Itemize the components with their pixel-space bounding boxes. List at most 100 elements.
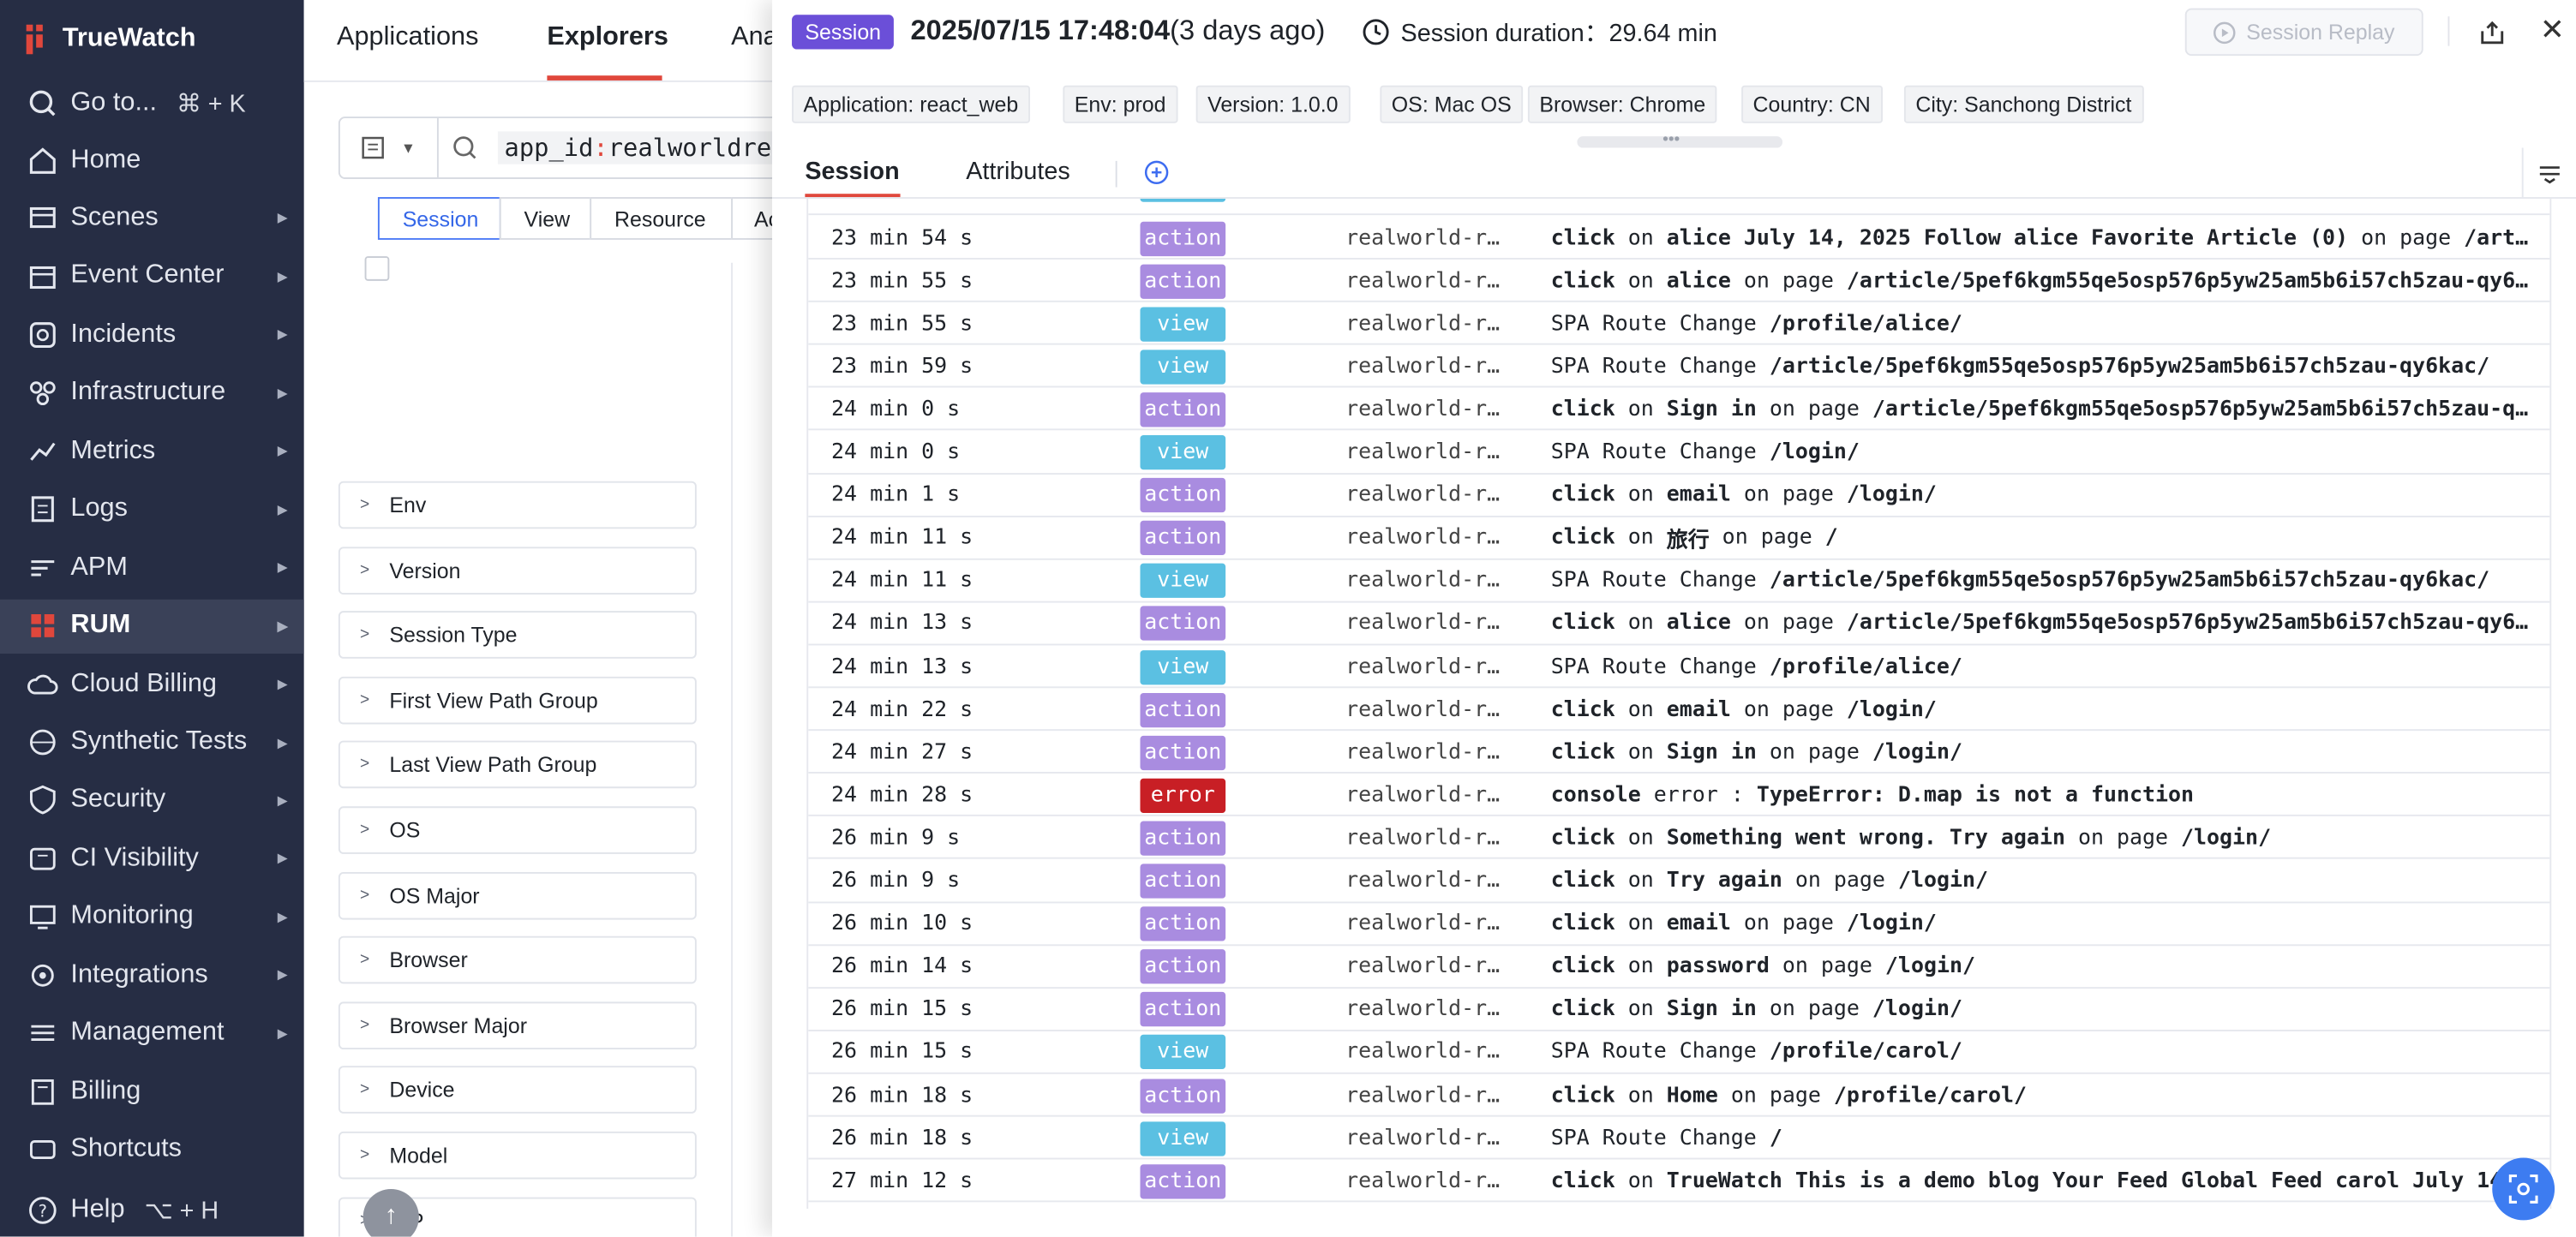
sidebar-item-cloud-billing[interactable]: Cloud Billing ▶ — [0, 657, 304, 711]
event-type-cell: action — [1140, 688, 1238, 731]
table-row[interactable]: 26 min 9 s action realworld-r… click on Try… — [808, 860, 2550, 903]
query-type-dropdown[interactable]: ▼ — [340, 118, 439, 178]
tag-os[interactable]: OS: Mac OS — [1380, 85, 1524, 123]
table-row[interactable]: 23 min 55 s action realworld-r… click on al… — [808, 260, 2550, 302]
sidebar-item-rum[interactable]: RUM ▶ — [0, 598, 304, 654]
tab-applications[interactable]: Applications — [337, 23, 478, 53]
help-button[interactable]: ? Help ⌥ + H — [0, 1182, 304, 1236]
sidebar-item-billing[interactable]: Billing — [0, 1065, 304, 1119]
filter-browser-major[interactable]: > Browser Major — [338, 1001, 697, 1049]
subtab-resource[interactable]: Resource — [590, 197, 734, 240]
sidebar-item-incidents[interactable]: Incidents ▶ — [0, 308, 304, 362]
search-bar[interactable]: ▼ app_id:realworldrea — [338, 117, 815, 179]
sidebar-item-event-center[interactable]: Event Center ▶ — [0, 249, 304, 303]
tag-version[interactable]: Version: 1.0.0 — [1195, 85, 1350, 123]
sidebar-item-metrics[interactable]: Metrics ▶ — [0, 424, 304, 478]
filter-version[interactable]: > Version — [338, 546, 697, 595]
table-row[interactable]: 26 min 10 s action realworld-r… click on em… — [808, 903, 2550, 946]
filter-first-view-path-group[interactable]: > First View Path Group — [338, 676, 697, 725]
panel-toggle-icon[interactable] — [2521, 147, 2576, 199]
message-part: on page — [1756, 740, 1872, 765]
table-row[interactable]: 24 min 11 s action realworld-r… click on 旅行… — [808, 517, 2550, 560]
table-row[interactable]: 23 min 55 s view realworld-r… SPA Route Cha… — [808, 302, 2550, 345]
filter-last-view-path-group[interactable]: > Last View Path Group — [338, 741, 697, 789]
chevron-right-icon: ▶ — [277, 734, 288, 750]
table-row[interactable]: 24 min 1 s action realworld-r… click on ema… — [808, 474, 2550, 517]
filter-label: Last View Path Group — [389, 752, 597, 778]
tab-explorers[interactable]: Explorers — [547, 23, 668, 53]
filter-session-type[interactable]: > Session Type — [338, 611, 697, 660]
sidebar-item-ci-visibility[interactable]: CI Visibility ▶ — [0, 832, 304, 886]
sidebar-item-synthetic-tests[interactable]: Synthetic Tests ▶ — [0, 715, 304, 769]
table-row[interactable]: 26 min 14 s action realworld-r… click on pa… — [808, 946, 2550, 989]
ai-assistant-button[interactable] — [2492, 1157, 2555, 1221]
tag-application[interactable]: Application: react_web — [792, 85, 1030, 123]
table-row[interactable]: 26 min 15 s view realworld-r… SPA Route Cha… — [808, 1031, 2550, 1074]
sidebar-item-shortcuts[interactable]: Shortcuts — [0, 1123, 304, 1177]
message-part: on — [1614, 826, 1667, 851]
close-icon[interactable]: ✕ — [2540, 13, 2565, 47]
subtab-view[interactable]: View — [499, 197, 592, 240]
goto-button[interactable]: Go to... ⌘ + K — [0, 75, 304, 129]
sidebar-item-logs[interactable]: Logs ▶ — [0, 482, 304, 536]
chevron-right-icon: > — [359, 821, 370, 840]
table-row[interactable]: 26 min 15 s action realworld-r… click on Si… — [808, 989, 2550, 1031]
sidebar-item-apm[interactable]: APM ▶ — [0, 541, 304, 595]
tag-browser[interactable]: Browser: Chrome — [1527, 85, 1717, 123]
table-row[interactable]: 24 min 28 s error realworld-r… console erro… — [808, 774, 2550, 817]
tab-analysis[interactable]: Ana — [731, 23, 778, 53]
select-all-checkbox[interactable] — [364, 256, 390, 281]
table-row[interactable]: 23 min 59 s view realworld-r… SPA Route Cha… — [808, 345, 2550, 389]
share-icon[interactable] — [2476, 16, 2508, 49]
table-row[interactable]: 24 min 27 s action realworld-r… click on Si… — [808, 731, 2550, 774]
table-row[interactable]: 23 min 54 s action realworld-r… click on al… — [808, 217, 2550, 260]
tag-city[interactable]: City: Sanchong District — [1903, 85, 2143, 123]
message-part: click — [1550, 1083, 1615, 1109]
table-row[interactable]: 26 min 18 s view realworld-r… SPA Route Cha… — [808, 1117, 2550, 1160]
sidebar-item-home[interactable]: Home — [0, 133, 304, 187]
message-part: /article/5pef6kgm55qe5osp576p5yw25am5b6i… — [1846, 611, 2529, 636]
header-divider — [2447, 16, 2450, 46]
sidebar-item-scenes[interactable]: Scenes ▶ — [0, 191, 304, 245]
table-row[interactable]: 24 min 13 s action realworld-r… click on al… — [808, 602, 2550, 646]
sidebar-item-management[interactable]: Management ▶ — [0, 1007, 304, 1061]
scroll-top-button[interactable]: ↑ — [362, 1188, 419, 1237]
subtab-session[interactable]: Session — [377, 197, 501, 240]
filter-os-major[interactable]: > OS Major — [338, 871, 697, 919]
search-query[interactable]: app_id:realworldrea — [497, 131, 811, 164]
filter-device[interactable]: > Device — [338, 1066, 697, 1114]
tab-session[interactable]: Session — [805, 158, 899, 186]
filter-os[interactable]: > OS — [338, 806, 697, 854]
add-tab-icon[interactable] — [1143, 159, 1170, 194]
sidebar-item-monitoring[interactable]: Monitoring ▶ — [0, 890, 304, 944]
message-part: click — [1550, 225, 1615, 251]
sidebar-item-label: CI Visibility — [70, 844, 199, 872]
sidebar-item-security[interactable]: Security ▶ — [0, 774, 304, 828]
sidebar-item-integrations[interactable]: Integrations ▶ — [0, 948, 304, 1002]
resize-handle[interactable]: ••• — [1577, 131, 1783, 149]
tag-env[interactable]: Env: prod — [1063, 85, 1177, 123]
event-type-badge: action — [1140, 735, 1226, 770]
filter-env[interactable]: > Env — [338, 481, 697, 529]
table-row[interactable]: 24 min 0 s action realworld-r… click on Sig… — [808, 388, 2550, 432]
event-app: realworld-r… — [1345, 439, 1501, 465]
table-row[interactable]: 26 min 9 s action realworld-r… click on Som… — [808, 817, 2550, 860]
table-row[interactable]: 24 min 11 s view realworld-r… SPA Route Cha… — [808, 559, 2550, 603]
logo[interactable]: TrueWatch — [23, 16, 196, 63]
event-type-cell: action — [1140, 989, 1238, 1031]
table-row[interactable]: 26 min 18 s action realworld-r… click on Ho… — [808, 1074, 2550, 1117]
chevron-right-icon: ▶ — [277, 676, 288, 692]
sidebar-item-infrastructure[interactable]: Infrastructure ▶ — [0, 366, 304, 420]
tab-attributes[interactable]: Attributes — [966, 158, 1069, 186]
table-row[interactable]: 24 min 22 s action realworld-r… click on em… — [808, 688, 2550, 732]
message-part: /profile/alice/ — [1769, 311, 1962, 337]
session-replay-button[interactable]: Session Replay — [2184, 8, 2423, 57]
event-type-cell: action — [1140, 946, 1238, 989]
message-part: /login/ — [1872, 740, 1962, 765]
filter-model[interactable]: > Model — [338, 1131, 697, 1180]
table-row[interactable]: 24 min 0 s view realworld-r… SPA Route Chan… — [808, 431, 2550, 475]
tag-country[interactable]: Country: CN — [1741, 85, 1883, 123]
filter-browser[interactable]: > Browser — [338, 936, 697, 984]
table-row[interactable]: 24 min 13 s view realworld-r… SPA Route Cha… — [808, 645, 2550, 689]
table-row[interactable]: 27 min 12 s action realworld-r… click on Tr… — [808, 1160, 2550, 1203]
